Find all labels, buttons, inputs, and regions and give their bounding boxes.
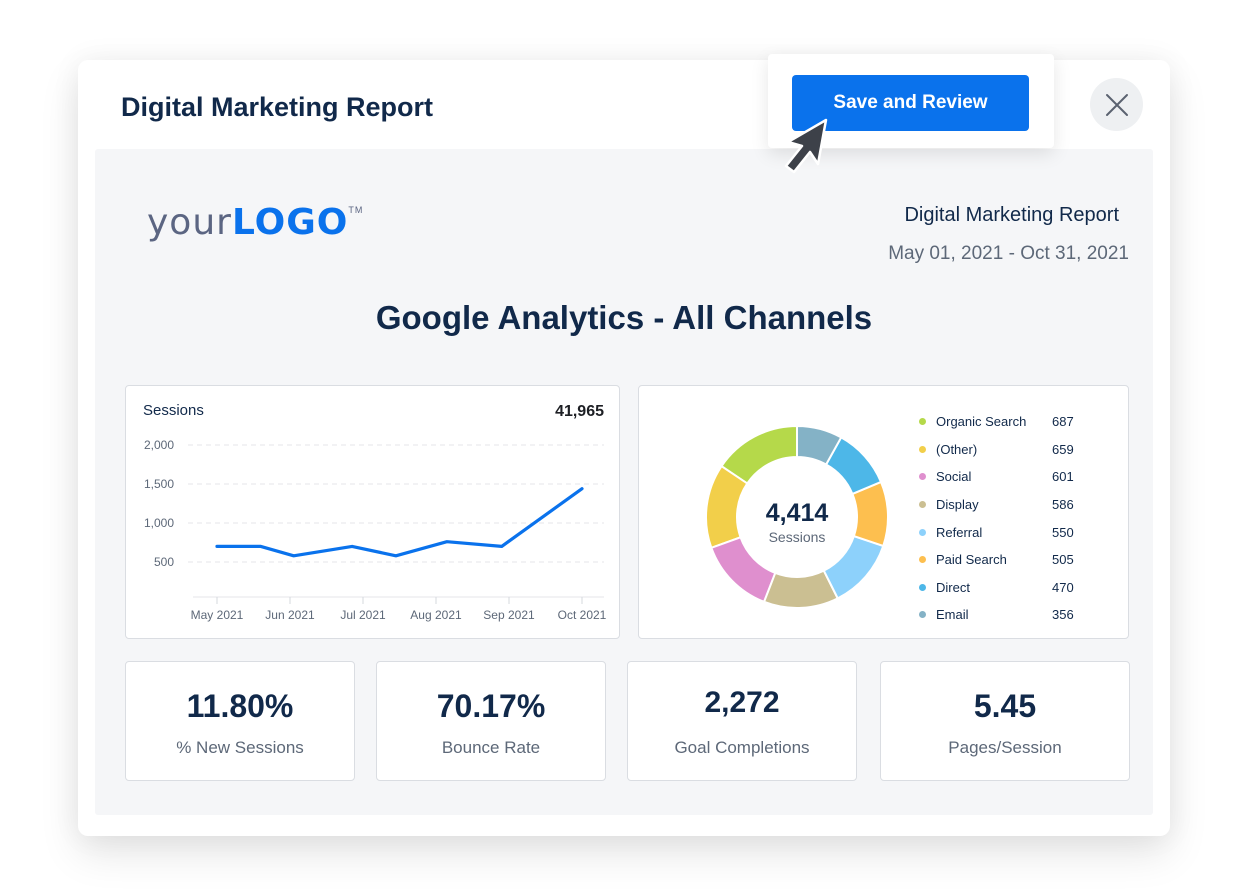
kpi-value: 70.17% bbox=[436, 688, 546, 724]
x-tick-label: May 2021 bbox=[191, 608, 244, 622]
y-tick-label: 500 bbox=[154, 555, 174, 569]
legend-item: Direct 470 bbox=[919, 574, 1092, 602]
legend-label: Referral bbox=[936, 524, 983, 540]
legend-label: (Other) bbox=[936, 441, 978, 457]
kpi-label: Pages/Session bbox=[948, 738, 1062, 757]
legend-value: 356 bbox=[1052, 607, 1074, 623]
legend-value: 687 bbox=[1052, 414, 1074, 430]
legend-value: 550 bbox=[1052, 524, 1074, 540]
legend-item: (Other) 659 bbox=[919, 436, 1092, 464]
report-name: Digital Marketing Report bbox=[904, 204, 1119, 226]
section-title: Google Analytics - All Channels bbox=[375, 299, 873, 336]
close-button[interactable] bbox=[1090, 78, 1143, 131]
modal-title: Digital Marketing Report bbox=[121, 92, 434, 122]
close-icon bbox=[1105, 93, 1128, 116]
legend-item: Display 586 bbox=[919, 491, 1092, 519]
donut-center-value: 4,414 bbox=[766, 499, 829, 527]
logo: yourLOGOTM bbox=[147, 201, 363, 243]
legend-dot-icon bbox=[919, 473, 926, 481]
legend-value: 601 bbox=[1052, 469, 1074, 485]
legend-label: Organic Search bbox=[936, 414, 1027, 430]
kpi-card-pages-per-session: 5.45 Pages/Session bbox=[880, 661, 1130, 781]
legend-dot-icon bbox=[919, 556, 926, 564]
legend-label: Direct bbox=[936, 579, 970, 595]
legend-value: 505 bbox=[1052, 552, 1074, 568]
kpi-value: 11.80% bbox=[186, 688, 294, 724]
legend-label: Email bbox=[936, 607, 969, 623]
logo-prefix: your bbox=[147, 202, 232, 243]
x-tick-label: Jun 2021 bbox=[265, 608, 315, 622]
kpi-value: 2,272 bbox=[704, 686, 780, 719]
donut-slice bbox=[705, 464, 749, 550]
sessions-line-chart: 2,000 1,500 1,000 500 May 2021 Jun 2021 Jul 20… bbox=[144, 438, 607, 622]
kpi-card-bounce-rate: 70.17% Bounce Rate bbox=[376, 661, 606, 781]
sessions-line bbox=[215, 487, 584, 558]
legend-dot-icon bbox=[919, 583, 926, 591]
x-tick-label: Sep 2021 bbox=[483, 608, 535, 622]
kpi-card-goal-completions: 2,272 Goal Completions bbox=[627, 661, 857, 781]
legend-dot-icon bbox=[919, 611, 926, 619]
kpi-card-new-sessions: 11.80% % New Sessions bbox=[125, 661, 355, 781]
x-tick-label: Aug 2021 bbox=[410, 608, 462, 622]
legend-item: Paid Search 505 bbox=[919, 546, 1092, 574]
donut-slice bbox=[710, 536, 777, 604]
legend-label: Social bbox=[936, 469, 972, 485]
kpi-label: Bounce Rate bbox=[441, 738, 541, 757]
report-preview: yourLOGOTM Digital Marketing Report May … bbox=[95, 149, 1153, 815]
legend-dot-icon bbox=[919, 528, 926, 536]
legend-value: 470 bbox=[1052, 579, 1074, 595]
y-tick-label: 1,000 bbox=[144, 516, 174, 530]
y-tick-label: 2,000 bbox=[144, 438, 174, 452]
x-tick-label: Jul 2021 bbox=[340, 608, 386, 622]
legend-item: Referral 550 bbox=[919, 518, 1092, 546]
sessions-line-chart-card: Sessions 41,965 2,000 1,500 1,000 500 May 20… bbox=[125, 385, 620, 639]
legend-label: Display bbox=[936, 497, 979, 513]
legend-item: Organic Search 687 bbox=[919, 408, 1092, 436]
mouse-pointer-icon bbox=[784, 118, 828, 174]
donut-center-label: Sessions bbox=[769, 529, 826, 545]
logo-brand: LOGO bbox=[231, 202, 349, 243]
donut-slice bbox=[822, 534, 885, 600]
legend-dot-icon bbox=[919, 501, 926, 509]
channels-legend: Organic Search 687 (Other) 659 Social 601 Disp… bbox=[919, 408, 1092, 629]
kpi-label: % New Sessions bbox=[176, 738, 304, 757]
legend-value: 659 bbox=[1052, 441, 1074, 457]
kpi-value: 5.45 bbox=[973, 688, 1037, 724]
report-date-range: May 01, 2021 - Oct 31, 2021 bbox=[888, 243, 1129, 264]
logo-trademark: TM bbox=[348, 205, 364, 215]
legend-item: Social 601 bbox=[919, 463, 1092, 491]
y-tick-label: 1,500 bbox=[144, 477, 174, 491]
legend-value: 586 bbox=[1052, 497, 1074, 513]
kpi-label: Goal Completions bbox=[674, 738, 810, 757]
legend-dot-icon bbox=[919, 445, 926, 453]
legend-item: Email 356 bbox=[919, 601, 1092, 629]
legend-label: Paid Search bbox=[936, 552, 1007, 568]
channels-donut-card: 4,414 Sessions Organic Search 687 (Other) 65… bbox=[638, 385, 1129, 639]
legend-dot-icon bbox=[919, 418, 926, 426]
x-tick-label: Oct 2021 bbox=[558, 608, 607, 622]
